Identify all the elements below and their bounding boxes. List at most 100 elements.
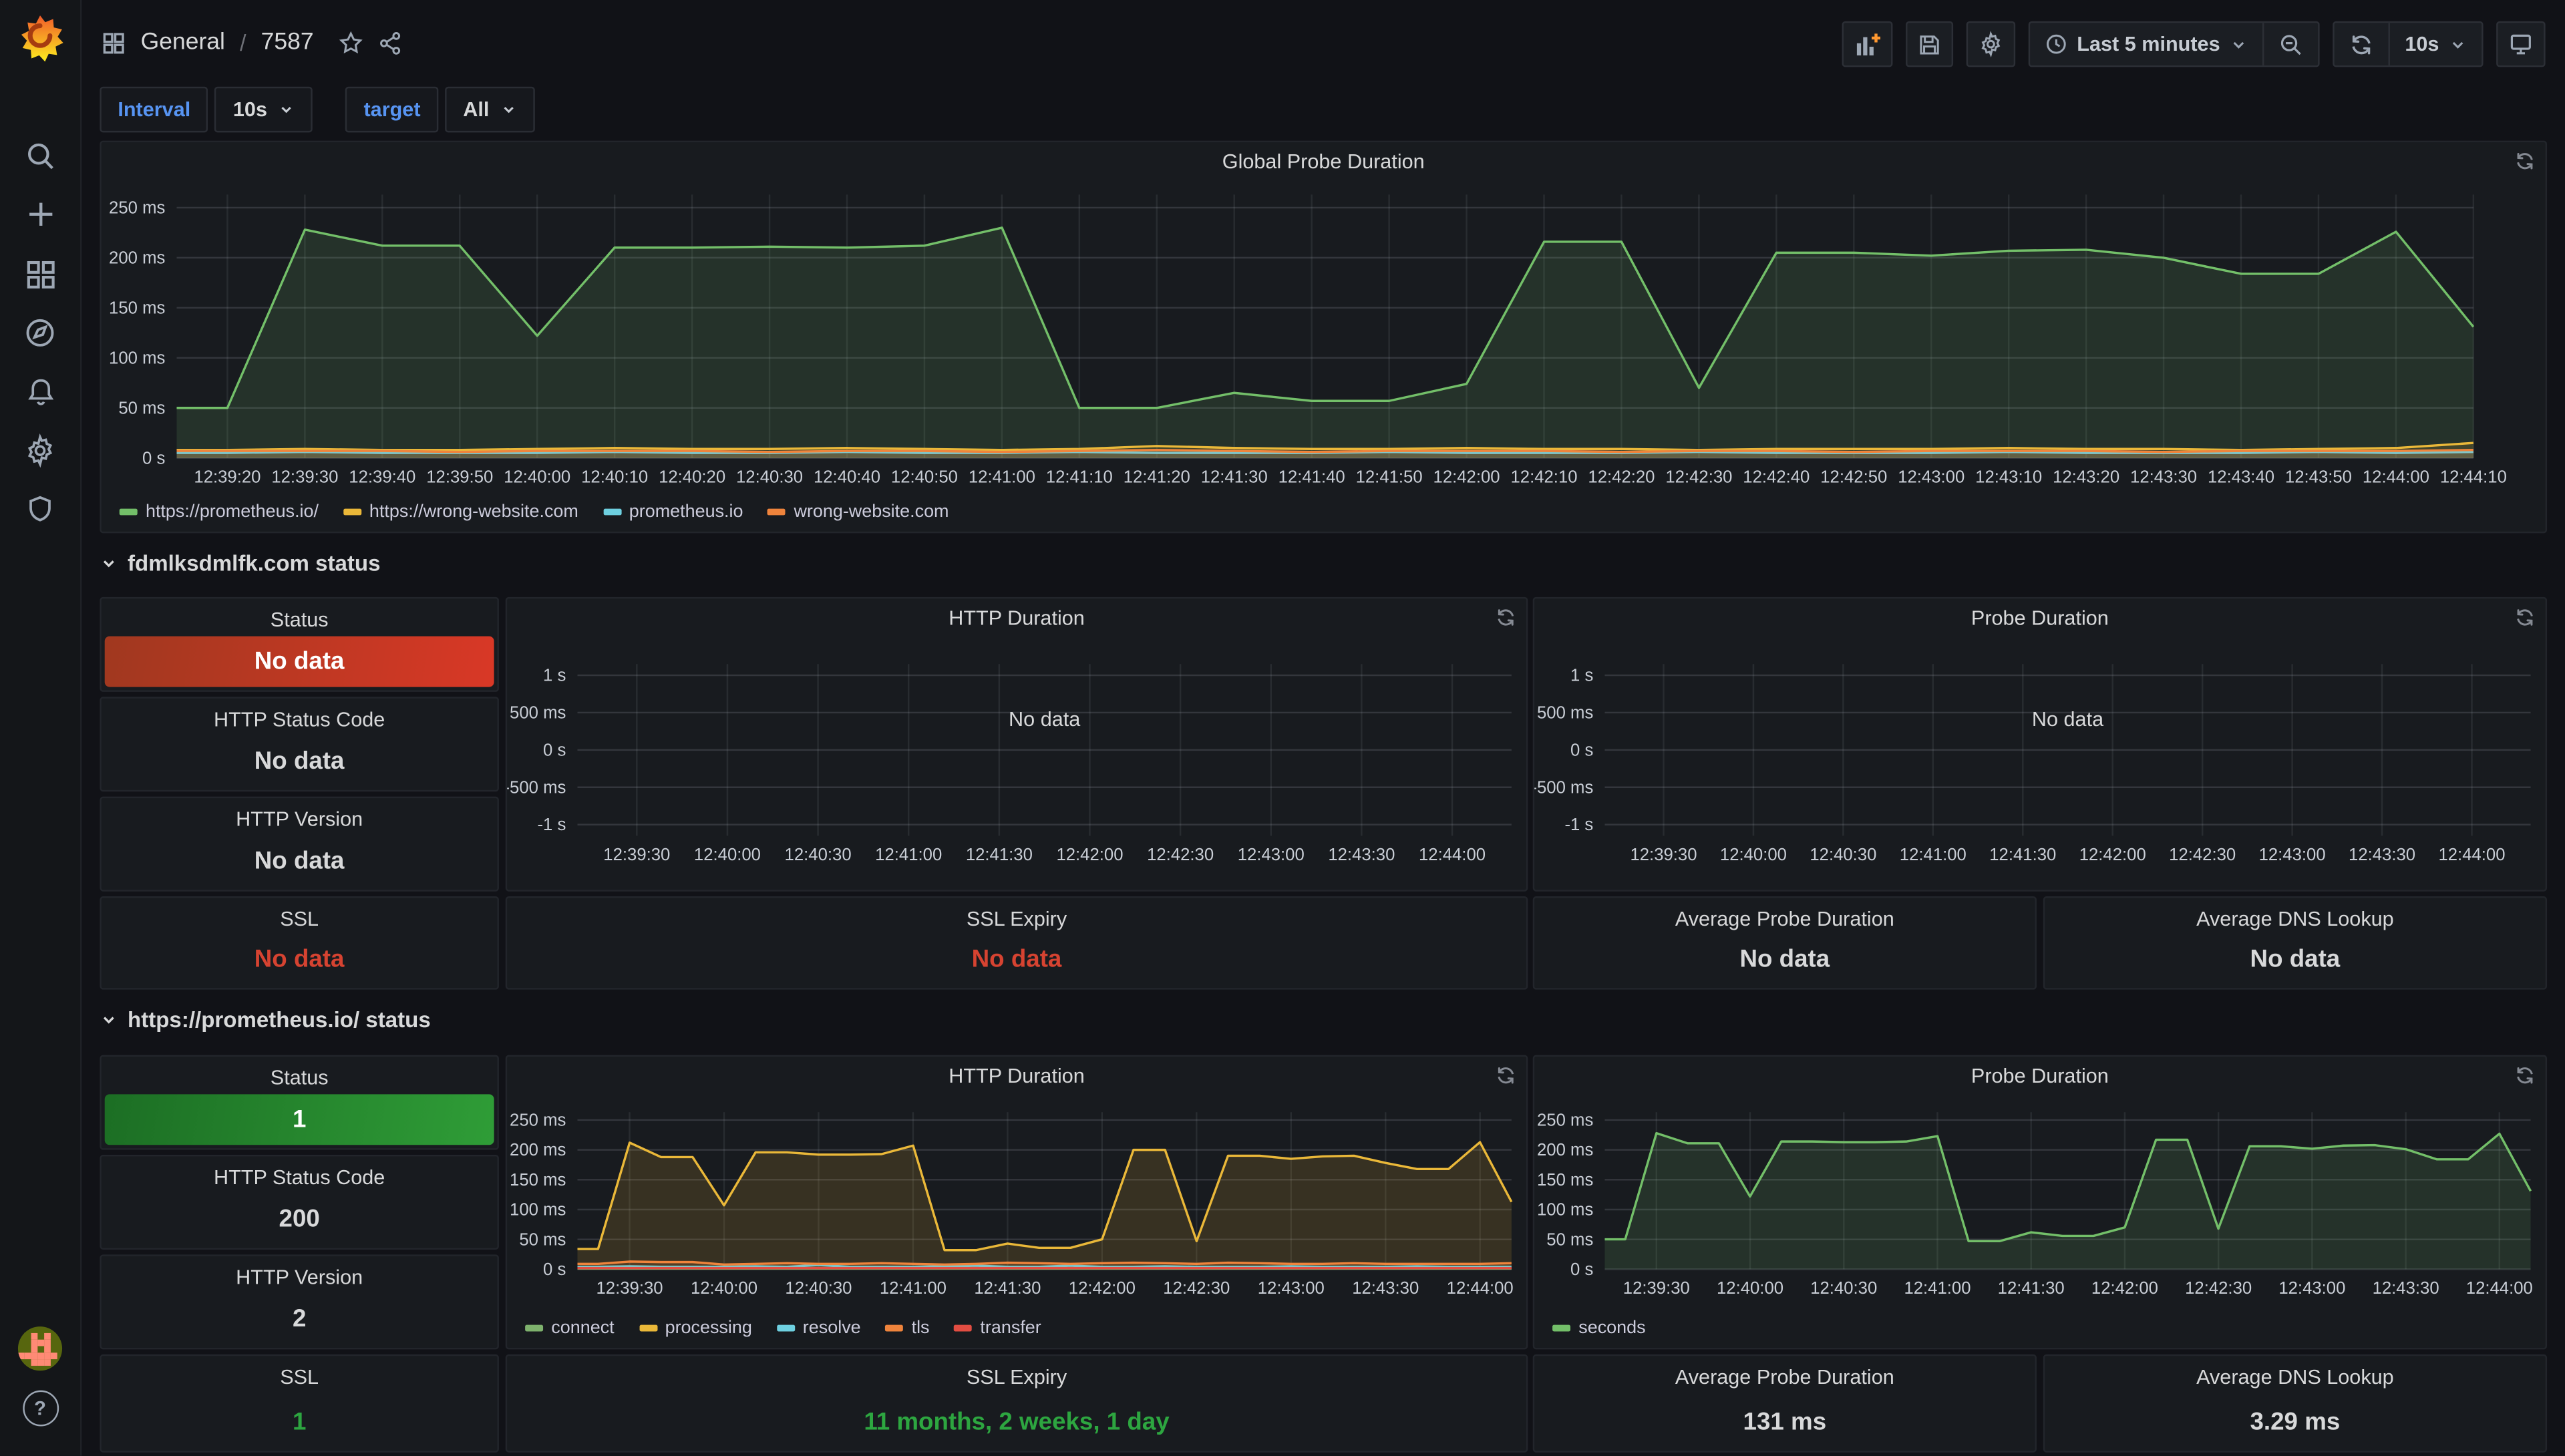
svg-text:12:42:00: 12:42:00 — [1433, 468, 1500, 486]
legend-item[interactable]: wrong-website.com — [767, 502, 949, 522]
http-duration-chart[interactable]: 0 s50 ms100 ms150 ms200 ms250 ms12:39:30… — [507, 1096, 1526, 1348]
svg-text:12:39:50: 12:39:50 — [426, 468, 493, 486]
section-header-prometheus[interactable]: https://prometheus.io/ status — [100, 1008, 430, 1033]
alerting-icon[interactable] — [0, 365, 80, 420]
help-icon[interactable]: ? — [0, 1381, 80, 1436]
dashboards-icon[interactable] — [0, 247, 80, 303]
svg-text:12:42:30: 12:42:30 — [2169, 846, 2236, 864]
global-probe-duration-chart[interactable]: 0 s50 ms100 ms150 ms200 ms250 ms12:39:20… — [102, 182, 2546, 532]
grafana-logo[interactable] — [15, 13, 65, 64]
breadcrumb-page-title[interactable]: 7587 — [261, 29, 314, 55]
svg-text:12:39:30: 12:39:30 — [1623, 1279, 1690, 1298]
svg-text:200 ms: 200 ms — [109, 248, 165, 267]
svg-text:12:43:30: 12:43:30 — [2373, 1279, 2439, 1298]
add-panel-button[interactable] — [1842, 21, 1892, 67]
svg-text:12:40:20: 12:40:20 — [659, 468, 725, 486]
breadcrumb-section[interactable]: General — [141, 29, 225, 55]
stat-value: No data — [102, 946, 498, 974]
star-icon[interactable] — [338, 30, 363, 55]
svg-text:12:39:30: 12:39:30 — [596, 1279, 663, 1298]
save-dashboard-button[interactable] — [1905, 21, 1952, 67]
refresh-button[interactable] — [2335, 23, 2389, 65]
plus-icon[interactable] — [0, 186, 80, 242]
svg-text:12:43:00: 12:43:00 — [1898, 468, 1964, 486]
panel-refresh-icon[interactable] — [2514, 607, 2536, 636]
stat-value: No data — [102, 848, 498, 876]
section-header-fdmlksdmlfk[interactable]: fdmlksdmlfk.com status — [100, 551, 380, 576]
avatar[interactable] — [18, 1326, 62, 1371]
svg-text:0 s: 0 s — [543, 741, 566, 759]
search-icon[interactable] — [0, 129, 80, 184]
svg-text:50 ms: 50 ms — [118, 399, 165, 417]
panel-probe-duration-1: Probe Duration 1 s500 ms0 s-500 ms-1 s12… — [1533, 597, 2547, 892]
svg-text:50 ms: 50 ms — [519, 1230, 566, 1249]
panel-refresh-icon[interactable] — [2514, 1065, 2536, 1094]
legend-item[interactable]: prometheus.io — [603, 502, 743, 522]
zoom-out-button[interactable] — [2262, 23, 2318, 65]
panel-http-status-code-1: HTTP Status Code No data — [100, 697, 499, 791]
legend-item[interactable]: transfer — [954, 1318, 1041, 1338]
probe-duration-chart[interactable]: 0 s50 ms100 ms150 ms200 ms250 ms12:39:30… — [1534, 1096, 2545, 1348]
cycle-view-mode-button[interactable] — [2496, 21, 2545, 67]
panel-ssl-expiry-2: SSL Expiry 11 months, 2 weeks, 1 day — [506, 1354, 1528, 1453]
grafana-dashboard: ? General / 7587 — [0, 0, 2565, 1456]
time-range-group: Last 5 minutes — [2028, 21, 2320, 67]
legend-item[interactable]: seconds — [1552, 1318, 1646, 1338]
svg-text:12:43:40: 12:43:40 — [2208, 468, 2274, 486]
svg-text:0 s: 0 s — [1570, 741, 1593, 759]
share-icon[interactable] — [377, 30, 402, 55]
svg-text:0 s: 0 s — [543, 1260, 566, 1279]
panel-refresh-icon[interactable] — [2514, 150, 2536, 180]
variable-target-select[interactable]: All — [445, 87, 535, 133]
svg-text:12:42:30: 12:42:30 — [1665, 468, 1732, 486]
variable-target-label: target — [346, 87, 439, 133]
svg-text:12:41:30: 12:41:30 — [966, 846, 1033, 864]
refresh-interval-label: 10s — [2405, 33, 2439, 55]
svg-text:12:44:00: 12:44:00 — [2363, 468, 2429, 486]
configuration-icon[interactable] — [0, 422, 80, 478]
stat-value: 1 — [293, 1106, 306, 1134]
time-range-picker[interactable]: Last 5 minutes — [2029, 23, 2262, 65]
legend-item[interactable]: https://wrong-website.com — [343, 502, 578, 522]
probe-duration-chart-nodata[interactable]: 1 s500 ms0 s-500 ms-1 s12:39:3012:40:001… — [1534, 638, 2545, 890]
legend-item[interactable]: processing — [639, 1318, 751, 1338]
panel-avg-probe-duration-2: Average Probe Duration 131 ms — [1533, 1354, 2037, 1453]
refresh-interval-picker[interactable]: 10s — [2389, 23, 2482, 65]
panel-refresh-icon[interactable] — [1495, 607, 1516, 636]
svg-text:250 ms: 250 ms — [109, 198, 165, 217]
panel-refresh-icon[interactable] — [1495, 1065, 1516, 1094]
chart-legend: https://prometheus.io/https://wrong-webs… — [120, 502, 949, 522]
svg-text:12:41:00: 12:41:00 — [880, 1279, 947, 1298]
variable-interval-select[interactable]: 10s — [215, 87, 313, 133]
panel-title[interactable]: Global Probe Duration — [102, 150, 2546, 173]
svg-text:12:42:30: 12:42:30 — [1147, 846, 1214, 864]
panel-http-version-2: HTTP Version 2 — [100, 1254, 499, 1349]
panel-http-duration-2: HTTP Duration 0 s50 ms100 ms150 ms200 ms… — [506, 1055, 1528, 1350]
server-admin-icon[interactable] — [0, 481, 80, 536]
svg-text:200 ms: 200 ms — [510, 1141, 566, 1159]
explore-icon[interactable] — [0, 305, 80, 360]
svg-text:12:40:30: 12:40:30 — [785, 846, 852, 864]
svg-text:12:42:20: 12:42:20 — [1588, 468, 1655, 486]
legend-item[interactable]: https://prometheus.io/ — [120, 502, 319, 522]
sidebar: ? — [0, 0, 81, 1456]
svg-text:12:40:00: 12:40:00 — [504, 468, 570, 486]
dashboard-settings-button[interactable] — [1966, 21, 2015, 67]
stat-value: No data — [1534, 946, 2035, 974]
svg-text:1 s: 1 s — [1570, 667, 1593, 685]
stat-value: No data — [2045, 946, 2545, 974]
dashboard-grid-icon[interactable] — [102, 30, 126, 55]
svg-text:No data: No data — [1009, 708, 1081, 731]
svg-text:200 ms: 200 ms — [1537, 1141, 1593, 1159]
svg-text:12:39:20: 12:39:20 — [194, 468, 261, 486]
http-duration-chart-nodata[interactable]: 1 s500 ms0 s-500 ms-1 s12:39:3012:40:001… — [507, 638, 1526, 890]
legend-item[interactable]: resolve — [777, 1318, 861, 1338]
svg-text:12:40:00: 12:40:00 — [1720, 846, 1787, 864]
svg-text:12:41:30: 12:41:30 — [1998, 1279, 2065, 1298]
stat-value: No data — [254, 648, 345, 676]
legend-item[interactable]: connect — [525, 1318, 615, 1338]
legend-item[interactable]: tls — [885, 1318, 929, 1338]
svg-text:0 s: 0 s — [142, 449, 165, 468]
panel-status-1: Status No data — [100, 597, 499, 692]
svg-text:-1 s: -1 s — [537, 815, 566, 834]
